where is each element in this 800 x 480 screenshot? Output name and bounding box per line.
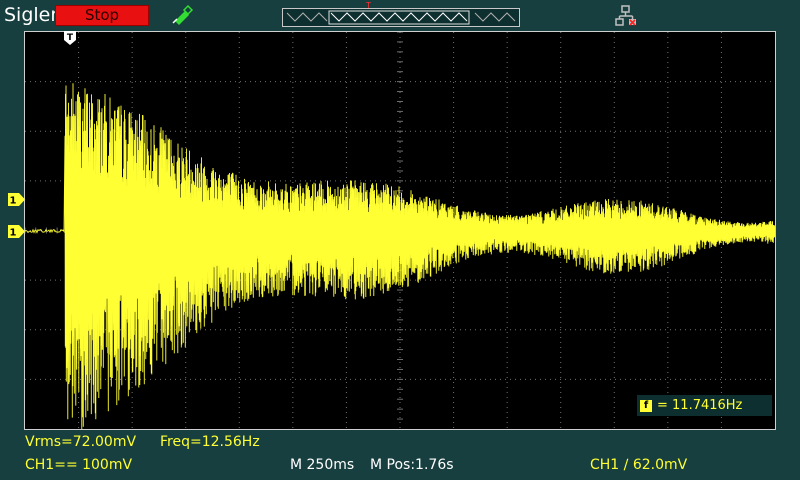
run-stop-status[interactable]: Stop [55,5,149,26]
frequency-icon: f [640,399,652,412]
svg-text:T: T [67,33,74,43]
timebase-window-icon[interactable] [282,8,520,27]
trigger-position-marker: T [366,1,371,10]
freq-measurement: Freq=12.56Hz [160,434,260,450]
trigger-time-marker: T [64,31,76,45]
svg-text:1: 1 [10,228,17,239]
trigger-level-marker[interactable]: 1 [8,193,25,206]
timebase-position: M Pos:1.76s [370,457,454,473]
network-icon [615,5,636,26]
trigger-info: CH1 ∕ 62.0mV [590,457,688,473]
frequency-counter: f = 11.7416Hz [637,395,772,416]
trigger-armed-icon [172,4,194,25]
vrms-measurement: Vrms=72.00mV [25,434,137,450]
frequency-value: = 11.7416Hz [657,398,743,413]
ch1-scale: CH1== 100mV [25,457,133,473]
top-bar: Siglent Stop T [0,0,800,30]
ch1-ground-marker[interactable]: 1 [8,225,25,238]
timebase-scale: M 250ms [290,457,355,473]
waveform-display[interactable] [24,31,776,430]
waveform-canvas [25,32,775,429]
svg-text:1: 1 [10,196,17,207]
